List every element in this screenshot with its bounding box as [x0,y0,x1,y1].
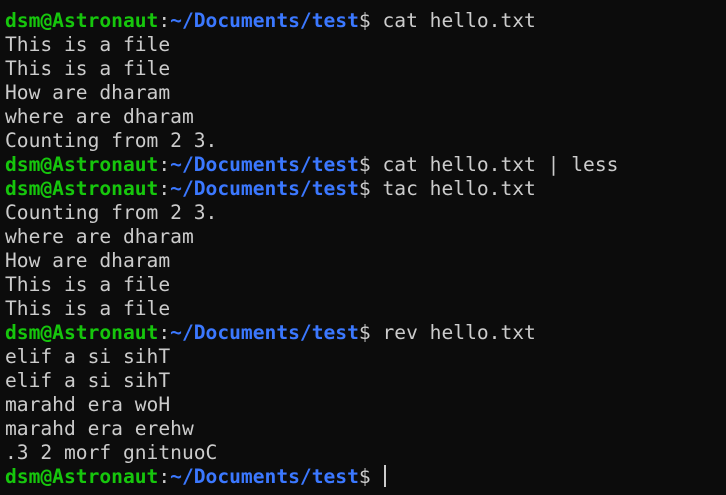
prompt-dollar: $ [358,321,371,344]
prompt-colon: : [158,177,171,200]
prompt-path: ~/Documents/test [170,321,359,344]
prompt-user-host: dsm@Astronaut [5,465,159,488]
prompt-path: ~/Documents/test [170,153,359,176]
output-text: where are dharam [5,105,194,128]
prompt-path: ~/Documents/test [170,177,359,200]
output-text: This is a file [5,273,171,296]
text-cursor[interactable] [383,465,386,487]
prompt-line: dsm@Astronaut:~/Documents/test$ tac hell… [5,177,726,201]
output-line: marahd era woH [5,393,726,417]
output-line: This is a file [5,33,726,57]
output-text: where are dharam [5,225,194,248]
prompt-colon: : [158,9,171,32]
output-text: How are dharam [5,249,171,272]
output-line: This is a file [5,297,726,321]
prompt-dollar: $ [358,465,371,488]
prompt-colon: : [158,321,171,344]
output-line: This is a file [5,273,726,297]
prompt-line: dsm@Astronaut:~/Documents/test$ [5,465,726,489]
prompt-path: ~/Documents/test [170,465,359,488]
output-text: marahd era woH [5,393,171,416]
output-line: This is a file [5,57,726,81]
prompt-dollar: $ [358,9,371,32]
command-text: cat hello.txt | less [370,153,619,176]
prompt-line: dsm@Astronaut:~/Documents/test$ rev hell… [5,321,726,345]
output-line: elif a si sihT [5,345,726,369]
output-line: Counting from 2 3. [5,201,726,225]
prompt-user-host: dsm@Astronaut [5,321,159,344]
output-text: marahd era erehw [5,417,194,440]
prompt-path: ~/Documents/test [170,9,359,32]
output-text: elif a si sihT [5,345,171,368]
output-line: How are dharam [5,249,726,273]
output-line: elif a si sihT [5,369,726,393]
prompt-dollar: $ [358,177,371,200]
prompt-dollar: $ [358,153,371,176]
prompt-user-host: dsm@Astronaut [5,9,159,32]
output-text: How are dharam [5,81,171,104]
output-line: where are dharam [5,105,726,129]
prompt-line: dsm@Astronaut:~/Documents/test$ cat hell… [5,9,726,33]
prompt-colon: : [158,153,171,176]
output-line: How are dharam [5,81,726,105]
command-text [371,465,383,488]
command-text: tac hello.txt [370,177,536,200]
prompt-line: dsm@Astronaut:~/Documents/test$ cat hell… [5,153,726,177]
prompt-user-host: dsm@Astronaut [5,153,159,176]
output-text: .3 2 morf gnitnuoC [5,441,218,464]
output-text: Counting from 2 3. [5,201,218,224]
output-text: elif a si sihT [5,369,171,392]
output-line: where are dharam [5,225,726,249]
output-line: Counting from 2 3. [5,129,726,153]
output-text: This is a file [5,57,171,80]
terminal-window[interactable]: dsm@Astronaut:~/Documents/test$ cat hell… [0,0,726,495]
output-line: .3 2 morf gnitnuoC [5,441,726,465]
output-text: This is a file [5,297,171,320]
output-line: marahd era erehw [5,417,726,441]
prompt-user-host: dsm@Astronaut [5,177,159,200]
command-text: rev hello.txt [370,321,536,344]
output-text: Counting from 2 3. [5,129,218,152]
command-text: cat hello.txt [370,9,536,32]
prompt-colon: : [158,465,171,488]
output-text: This is a file [5,33,171,56]
